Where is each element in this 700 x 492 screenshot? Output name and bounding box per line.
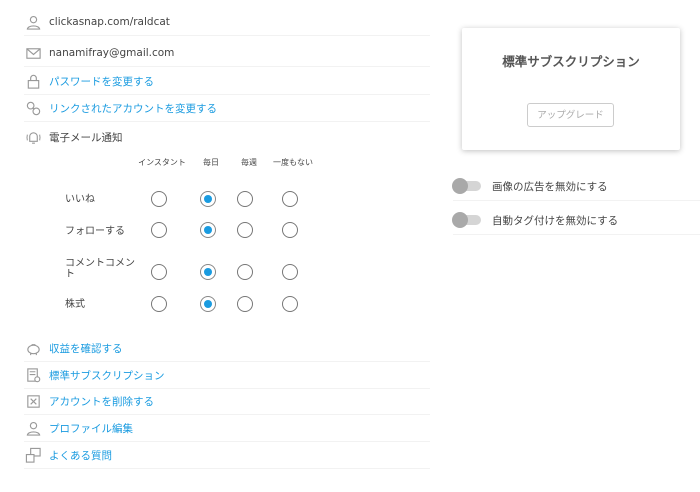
col-header-instant: インスタント [138, 158, 186, 167]
email-text: nanamifray@gmail.com [49, 47, 175, 59]
col-header-daily: 毎日 [203, 158, 219, 167]
faq-row[interactable]: よくある質問 [24, 442, 430, 469]
change-password-row[interactable]: パスワードを変更する [24, 68, 430, 95]
col-header-weekly: 毎週 [241, 158, 257, 167]
radio-comments-instant[interactable] [151, 264, 167, 280]
user-icon [24, 13, 42, 31]
radio-shares-instant[interactable] [151, 296, 167, 312]
email-notifications-label: 電子メール通知 [49, 131, 123, 144]
radio-comments-weekly[interactable] [237, 264, 253, 280]
radio-comments-daily[interactable] [200, 264, 216, 280]
radio-likes-weekly[interactable] [237, 191, 253, 207]
website-row: clickasnap.com/raldcat [24, 9, 430, 36]
email-notifications-row: 電子メール通知 [24, 124, 430, 150]
radio-follow-instant[interactable] [151, 222, 167, 238]
change-password-link[interactable]: パスワードを変更する [49, 74, 154, 89]
profile-icon [24, 419, 42, 437]
disable-ads-toggle[interactable] [452, 178, 481, 194]
email-row: nanamifray@gmail.com [24, 40, 430, 67]
disable-ads-row: 画像の広告を無効にする [452, 172, 700, 201]
lock-icon [24, 72, 42, 90]
disable-autotag-label: 自動タグ付けを無効にする [492, 214, 619, 227]
piggy-bank-icon [24, 339, 42, 357]
radio-follow-never[interactable] [282, 222, 298, 238]
website-text: clickasnap.com/raldcat [49, 16, 170, 28]
subscription-row[interactable]: 標準サブスクリプション [24, 362, 430, 389]
disable-ads-label: 画像の広告を無効にする [492, 180, 608, 193]
change-linked-link[interactable]: リンクされたアカウントを変更する [49, 101, 217, 116]
row-label-comments: コメントコメント [65, 258, 135, 280]
radio-follow-daily[interactable] [200, 222, 216, 238]
change-linked-row[interactable]: リンクされたアカウントを変更する [24, 95, 430, 122]
disable-autotag-row: 自動タグ付けを無効にする [452, 206, 700, 235]
radio-follow-weekly[interactable] [237, 222, 253, 238]
radio-shares-daily[interactable] [200, 296, 216, 312]
faq-icon [24, 446, 42, 464]
radio-shares-never[interactable] [282, 296, 298, 312]
edit-profile-link[interactable]: プロファイル編集 [49, 421, 133, 436]
earnings-link[interactable]: 収益を確認する [49, 341, 123, 356]
certificate-icon [24, 366, 42, 384]
delete-account-row[interactable]: アカウントを削除する [24, 388, 430, 415]
faq-link[interactable]: よくある質問 [49, 448, 112, 463]
subscription-card-title: 標準サブスクリプション [502, 54, 640, 69]
radio-likes-never[interactable] [282, 191, 298, 207]
upgrade-button[interactable]: アップグレード [527, 103, 614, 127]
subscription-link[interactable]: 標準サブスクリプション [49, 368, 165, 383]
earnings-row[interactable]: 収益を確認する [24, 335, 430, 362]
delete-account-link[interactable]: アカウントを削除する [49, 394, 154, 409]
row-label-likes: いいね [65, 194, 95, 205]
radio-shares-weekly[interactable] [237, 296, 253, 312]
radio-comments-never[interactable] [282, 264, 298, 280]
disable-autotag-toggle[interactable] [452, 212, 481, 228]
mail-icon [24, 44, 42, 62]
row-label-shares: 株式 [65, 299, 85, 310]
link-icon [24, 99, 42, 117]
radio-likes-instant[interactable] [151, 191, 167, 207]
radio-likes-daily[interactable] [200, 191, 216, 207]
row-label-follow: フォローする [65, 226, 125, 237]
delete-box-icon [24, 392, 42, 410]
col-header-never: 一度もない [273, 158, 313, 167]
bell-icon [24, 128, 42, 146]
edit-profile-row[interactable]: プロファイル編集 [24, 415, 430, 442]
subscription-card: 標準サブスクリプション アップグレード [462, 28, 680, 150]
